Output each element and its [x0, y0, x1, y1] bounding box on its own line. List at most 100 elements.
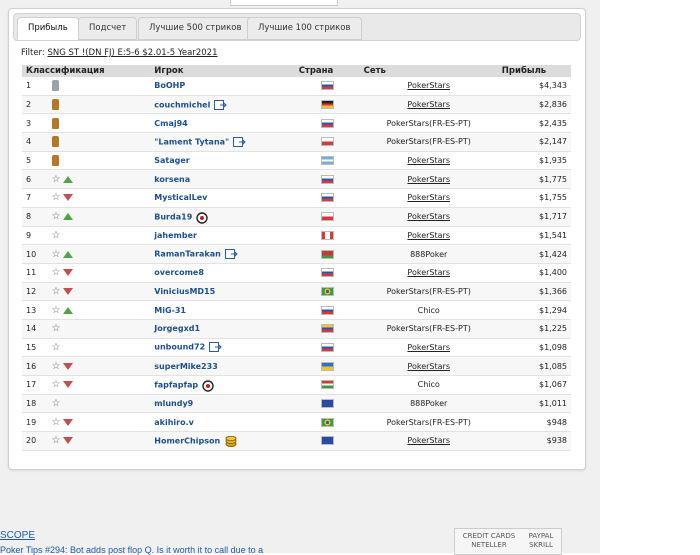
filter-value-link[interactable]: SNG ST !(DN FJ) E:5-6 $2.01-5 Year2021 [47, 48, 217, 58]
rank-icons-cell: ☆ [47, 169, 151, 190]
player-link[interactable]: MysticalLev [154, 193, 207, 202]
header-profit[interactable]: Прибыль [497, 65, 571, 77]
player-link[interactable]: mlundy9 [154, 399, 193, 408]
table-row: 8 ☆ Burda19 PokerStars $1,717 [22, 207, 571, 227]
network-label[interactable]: PokerStars [407, 268, 450, 277]
player-link[interactable]: Cmaj94 [154, 119, 187, 128]
player-cell: mlundy9 [150, 394, 295, 414]
profit-cell: $1,011 [497, 394, 571, 414]
bottom-area: SCOPE Poker Tips #294: Bot adds post flo… [0, 490, 700, 555]
table-row: 20 ☆ HomerChipson PokerStars $938 [22, 431, 571, 451]
player-link[interactable]: HomerChipson [154, 436, 220, 445]
rank-cell: 18 [22, 394, 48, 414]
network-label[interactable]: PokerStars [407, 193, 450, 202]
table-row: 3 Cmaj94 PokerStars(FR-ES-PT) $2,435 [22, 113, 571, 134]
player-cell: Cmaj94 [150, 113, 295, 134]
trend-up-icon [63, 175, 74, 183]
rank-cell: 15 [22, 338, 48, 358]
tab-best-500-streaks[interactable]: Лучшие 500 стриков [138, 17, 253, 40]
player-link[interactable]: "Lament Tytana" [154, 137, 229, 146]
network-label[interactable]: PokerStars [407, 156, 450, 165]
table-row: 18 ☆ mlundy9 888Poker $1,011 [22, 394, 571, 414]
rank-cell: 1 [22, 77, 48, 96]
table-row: 7 ☆ MysticalLev PokerStars $1,755 [22, 188, 571, 208]
network-cell: PokerStars [359, 207, 498, 227]
player-link[interactable]: RamanTarakan [154, 250, 221, 259]
profit-cell: $1,294 [497, 300, 571, 320]
rank-icons-cell: ☆ [47, 300, 151, 320]
network-label: PokerStars(FR-ES-PT) [386, 417, 471, 427]
rank-icons-cell: ☆ [47, 207, 151, 227]
player-cell: MysticalLev [150, 188, 295, 208]
gold-trophy-icon [51, 117, 59, 129]
header-network[interactable]: Сеть [359, 65, 498, 77]
star-icon: ☆ [51, 323, 61, 335]
tab-count[interactable]: Подсчет [78, 17, 138, 40]
rank-cell: 10 [22, 244, 48, 264]
rank-cell: 11 [22, 263, 48, 283]
country-flag-icon [320, 100, 334, 110]
target-icon [202, 380, 215, 392]
network-label[interactable]: PokerStars [407, 362, 450, 371]
player-link[interactable]: akihiro.v [154, 418, 194, 427]
player-link[interactable]: Burda19 [154, 212, 192, 221]
country-flag-icon [320, 174, 334, 184]
rank-cell: 17 [22, 375, 48, 395]
rank-icons-cell: ☆ [47, 282, 151, 302]
table-row: 5 Satager PokerStars $1,935 [22, 151, 571, 171]
rank-icons-cell: ☆ [47, 244, 151, 264]
player-link[interactable]: ViniciusMD15 [154, 287, 215, 296]
player-link[interactable]: jahember [154, 231, 197, 240]
network-label: PokerStars(FR-ES-PT) [386, 324, 471, 334]
table-header-row: Классификация Игрок Страна Сеть Прибыль [22, 65, 571, 77]
profit-cell: $4,343 [497, 77, 571, 96]
profit-cell: $1,775 [497, 169, 571, 190]
player-link[interactable]: Satager [154, 156, 189, 165]
country-flag-icon [320, 230, 334, 240]
rank-cell: 9 [22, 226, 48, 246]
network-cell: 888Poker [359, 394, 498, 414]
table-row: 10 ☆ RamanTarakan 888Poker $1,424 [22, 244, 571, 264]
tab-profit[interactable]: Прибыль [17, 17, 79, 40]
network-label[interactable]: PokerStars [407, 231, 450, 240]
header-rank[interactable]: Классификация [22, 65, 151, 77]
tab-best-100-streaks[interactable]: Лучшие 100 стриков [247, 17, 362, 40]
player-link[interactable]: overcome8 [154, 268, 204, 277]
network-label[interactable]: PokerStars [407, 212, 450, 221]
filter-line: Filter: SNG ST !(DN FJ) E:5-6 $2.01-5 Ye… [21, 48, 218, 58]
player-link[interactable]: BoOHP [154, 81, 185, 90]
rank-cell: 3 [22, 113, 48, 134]
network-label[interactable]: PokerStars [407, 100, 450, 109]
network-label[interactable]: PokerStars [407, 436, 450, 445]
rank-icons-cell: ☆ [47, 188, 151, 208]
network-label[interactable]: PokerStars [407, 343, 450, 352]
rank-cell: 16 [22, 356, 48, 376]
player-link[interactable]: MiG-31 [154, 306, 186, 315]
player-link[interactable]: fapfapfap [154, 380, 198, 389]
header-player[interactable]: Игрок [150, 65, 295, 77]
player-cell: RamanTarakan [150, 244, 295, 264]
player-link[interactable]: superMike233 [154, 362, 218, 371]
header-country[interactable]: Страна [294, 65, 360, 77]
player-link[interactable]: couchmichel [154, 100, 210, 109]
network-label[interactable]: PokerStars [407, 175, 450, 184]
profit-cell: $1,098 [497, 338, 571, 358]
country-flag-icon [320, 399, 334, 409]
star-icon: ☆ [51, 435, 61, 447]
star-icon: ☆ [51, 285, 61, 297]
player-link[interactable]: korsena [154, 175, 190, 184]
silver-trophy-icon [51, 80, 59, 92]
network-label[interactable]: PokerStars [407, 81, 450, 90]
rank-icons-cell [47, 132, 151, 152]
table-row: 1 BoOHP PokerStars $4,343 [22, 77, 571, 96]
player-link[interactable]: unbound72 [154, 343, 205, 352]
country-flag-icon [320, 193, 334, 203]
player-cell: jahember [150, 226, 295, 246]
scope-link[interactable]: SCOPE [0, 530, 35, 541]
player-link[interactable]: Jorgegxd1 [154, 324, 200, 333]
country-cell [294, 151, 360, 171]
country-cell [294, 188, 360, 208]
trend-down-icon [63, 437, 74, 445]
poker-tips-link[interactable]: Poker Tips #294: Bot adds post flop Q. I… [0, 545, 263, 555]
table-row: 19 ☆ akihiro.v PokerStars(FR-ES-PT) $948 [22, 412, 571, 433]
